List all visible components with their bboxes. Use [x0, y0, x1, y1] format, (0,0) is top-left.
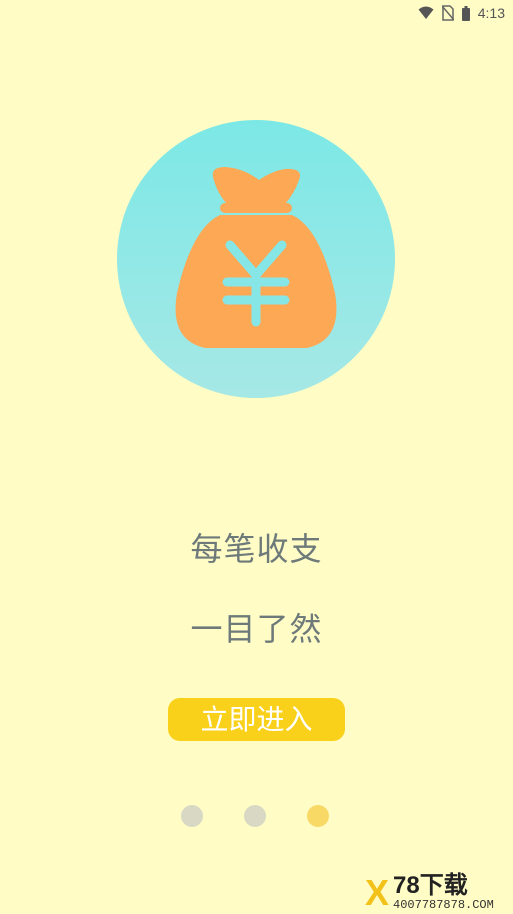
watermark-logo: X 78下载 4007787878.COM [361, 872, 513, 913]
wifi-icon [418, 6, 434, 20]
headline-line-1: 每笔收支 [190, 530, 323, 568]
status-time: 4:13 [477, 5, 505, 21]
watermark-title: 78下载 [393, 872, 468, 899]
enter-button[interactable]: 立即进入 [168, 698, 345, 741]
page-dot-3-active[interactable] [307, 805, 329, 827]
battery-icon [461, 5, 470, 21]
page-dot-1[interactable] [181, 805, 203, 827]
headline-line-2: 一目了然 [190, 610, 323, 648]
watermark-subtitle: 4007787878.COM [393, 898, 494, 912]
page-indicator [0, 805, 513, 827]
page-dot-2[interactable] [244, 805, 266, 827]
no-sim-icon [441, 5, 454, 21]
hero-illustration [117, 120, 395, 398]
status-bar: 4:13 [0, 0, 513, 26]
watermark-x-icon: X [365, 872, 390, 913]
